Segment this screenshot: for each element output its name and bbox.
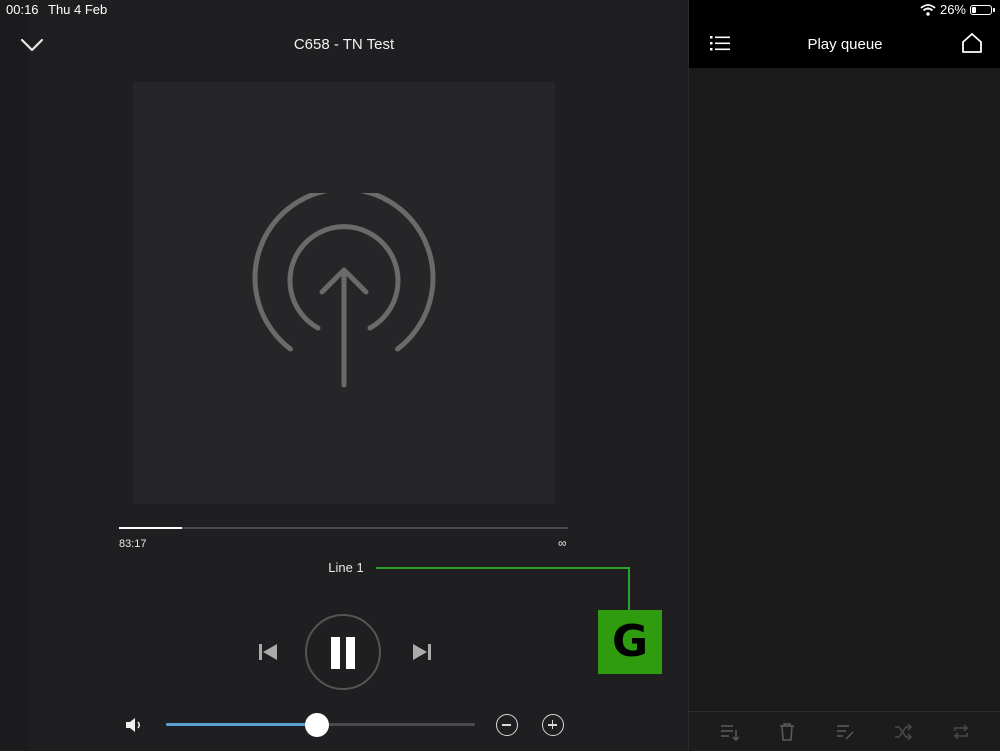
pause-icon-bar [346,637,355,669]
repeat-icon[interactable] [951,722,971,742]
pause-button[interactable] [305,614,381,690]
progress-fill [119,527,182,529]
pause-icon [331,637,340,669]
track-title: C658 - TN Test [293,36,395,53]
play-queue-panel: Play queue [688,0,1000,751]
home-icon[interactable] [961,32,983,54]
speaker-icon[interactable] [123,714,145,736]
queue-title: Play queue [807,36,883,53]
left-gutter [0,0,28,750]
battery-percent: 26% [939,2,966,17]
album-artwork [133,82,555,504]
total-duration: ∞ [558,536,567,550]
sort-icon[interactable] [719,722,739,742]
skip-next-icon[interactable] [410,640,434,664]
status-time: 00:16 [6,2,39,17]
callout-badge: G [598,610,662,674]
callout-line [376,567,629,569]
volume-knob[interactable] [305,713,330,737]
plus-circle-icon[interactable] [542,714,564,736]
shuffle-icon[interactable] [893,722,913,742]
track-progress-bar[interactable] [119,527,568,529]
minus-circle-icon[interactable] [496,714,518,736]
now-playing-panel: C658 - TN Test 83:17 ∞ Line 1 G [0,0,688,750]
edit-list-icon[interactable] [835,722,855,742]
callout-line-vertical [628,567,630,610]
volume-fill [166,723,318,726]
trash-icon[interactable] [777,722,797,742]
upload-broadcast-icon [252,193,436,388]
status-bar: 00:16 Thu 4 Feb 26% [0,0,1000,20]
status-right: 26% [920,2,995,17]
source-label: Line 1 [328,560,364,575]
battery-icon [970,4,995,15]
elapsed-time: 83:17 [119,538,147,550]
skip-previous-icon[interactable] [256,640,280,664]
volume-slider[interactable] [166,713,475,737]
status-date: Thu 4 Feb [48,2,108,17]
queue-toolbar [689,711,1000,751]
wifi-icon [920,3,936,16]
